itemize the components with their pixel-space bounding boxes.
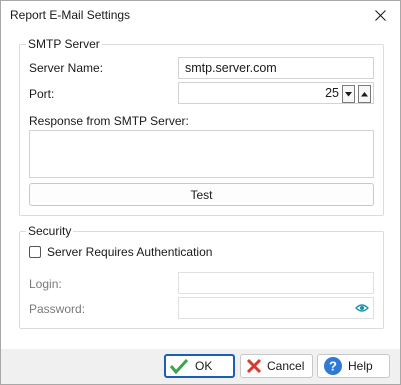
test-button-label: Test <box>190 187 213 202</box>
security-group-title: Security <box>26 224 74 238</box>
smtp-group-title: SMTP Server <box>26 37 102 51</box>
show-password-eye-icon[interactable] <box>355 303 369 313</box>
help-button[interactable]: ? Help <box>317 354 390 378</box>
password-field[interactable] <box>178 297 374 319</box>
chevron-down-icon <box>345 91 352 96</box>
cancel-x-icon <box>246 358 262 374</box>
dialog-content: SMTP Server Server Name: smtp.server.com… <box>1 29 400 349</box>
help-icon: ? <box>324 357 342 375</box>
ok-button[interactable]: OK <box>164 354 235 378</box>
login-label: Login: <box>29 277 62 291</box>
server-name-field[interactable]: smtp.server.com <box>178 57 374 79</box>
port-value: 25 <box>325 86 339 100</box>
port-label: Port: <box>29 87 55 101</box>
help-button-label: Help <box>348 359 373 373</box>
login-field[interactable] <box>178 272 374 294</box>
dialog-window: Report E-Mail Settings SMTP Server Serve… <box>0 0 401 385</box>
close-button[interactable] <box>360 1 400 29</box>
window-title: Report E-Mail Settings <box>10 8 131 22</box>
ok-button-label: OK <box>195 359 213 373</box>
dialog-footer: OK Cancel ? Help <box>1 349 400 384</box>
cancel-button-label: Cancel <box>267 359 305 373</box>
auth-checkbox[interactable] <box>29 246 41 258</box>
security-group: Security Server Requires Authentication … <box>19 224 384 329</box>
password-label: Password: <box>29 302 86 316</box>
smtp-server-group: SMTP Server Server Name: smtp.server.com… <box>19 37 384 216</box>
close-icon <box>374 9 386 21</box>
svg-text:?: ? <box>329 359 337 374</box>
port-increment-button[interactable] <box>358 85 371 103</box>
chevron-up-icon <box>361 91 368 96</box>
title-bar: Report E-Mail Settings <box>1 1 400 29</box>
port-decrement-button[interactable] <box>342 85 355 103</box>
server-name-label: Server Name: <box>29 61 104 75</box>
test-button[interactable]: Test <box>29 183 374 206</box>
checkmark-icon <box>169 358 189 374</box>
auth-checkbox-label[interactable]: Server Requires Authentication <box>47 245 212 259</box>
response-area[interactable] <box>29 130 374 178</box>
response-label: Response from SMTP Server: <box>29 114 189 128</box>
cancel-button[interactable]: Cancel <box>240 354 313 378</box>
